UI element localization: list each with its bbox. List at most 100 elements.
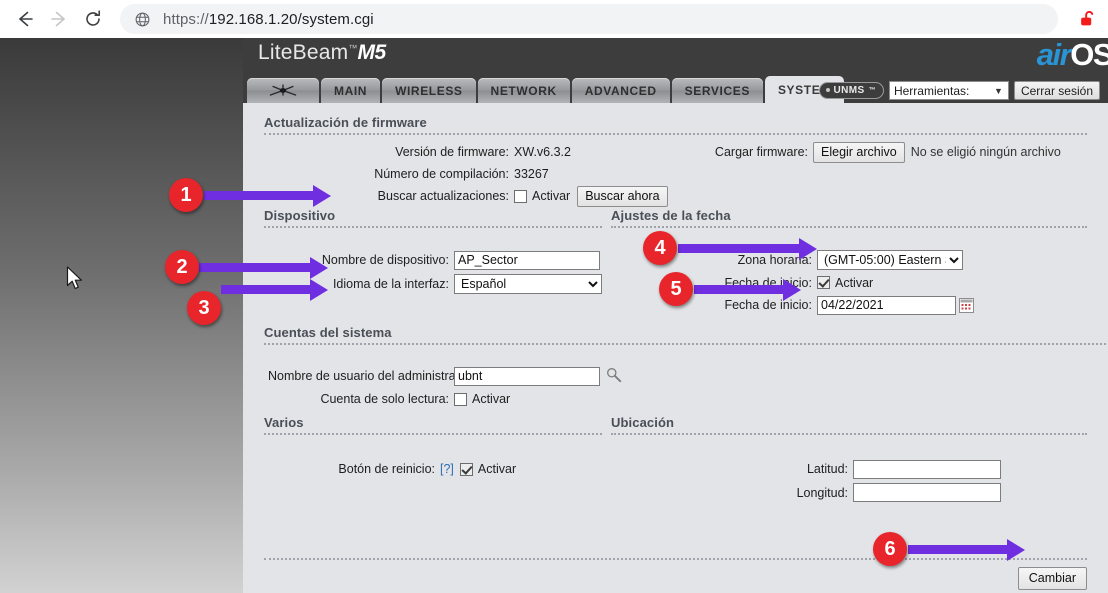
choose-file-button[interactable]: Elegir archivo [813, 142, 905, 163]
timezone-label: Zona horaria: [687, 253, 817, 267]
reset-button-label: Botón de reinicio: [328, 462, 440, 476]
product-name-text: LiteBeam [258, 41, 348, 64]
unms-status-dot-icon [826, 88, 830, 92]
unms-button[interactable]: UNMS™ [819, 82, 884, 99]
firmware-version-value: XW.v6.3.2 [514, 145, 571, 159]
ubiquiti-logo-icon [265, 83, 301, 98]
admin-username-input[interactable] [454, 367, 600, 386]
brand-os-text: OS [1070, 38, 1108, 72]
reset-help-link[interactable]: [?] [440, 462, 454, 476]
admin-username-row: Nombre de usuario del administrador: [268, 365, 622, 387]
tab-network-label: NETWORK [491, 84, 557, 98]
calendar-icon[interactable] [959, 298, 974, 313]
reset-button-activar-label: Activar [478, 462, 516, 476]
latitude-label: Latitud: [783, 462, 853, 476]
section-divider [611, 433, 1087, 435]
firmware-upload-row: Cargar firmware: Elegir archivo No se el… [703, 141, 1061, 163]
logout-button[interactable]: Cerrar sesión [1014, 81, 1100, 100]
annotation-number-4: 4 [654, 237, 665, 260]
forward-button[interactable] [42, 2, 76, 36]
change-button[interactable]: Cambiar [1018, 567, 1087, 590]
tab-wireless[interactable]: WIRELESS [382, 78, 475, 103]
startup-date-value-row: Fecha de inicio: [687, 294, 974, 316]
logout-label: Cerrar sesión [1021, 84, 1093, 98]
airos-brand-logo: airOS [1037, 38, 1108, 73]
page-viewport: LiteBeam™M5 airOS MAIN WIRELESS NETWORK … [0, 38, 1108, 593]
longitude-label: Longitud: [783, 486, 853, 500]
check-now-button[interactable]: Buscar ahora [577, 186, 667, 207]
annotation-badge-6: 6 [873, 532, 907, 566]
annotation-number-1: 1 [180, 184, 191, 207]
startup-date-activar-label: Activar [835, 276, 873, 290]
reset-button-checkbox[interactable] [460, 463, 473, 476]
airos-app: LiteBeam™M5 airOS MAIN WIRELESS NETWORK … [243, 38, 1108, 593]
arrow-left-icon [15, 9, 35, 29]
back-button[interactable] [8, 2, 42, 36]
annotation-arrow-2 [199, 263, 311, 272]
main-tab-bar: MAIN WIRELESS NETWORK ADVANCED SERVICES … [243, 74, 1108, 103]
device-section-title: Dispositivo [264, 208, 602, 223]
annotation-arrow-4 [678, 244, 800, 253]
device-name-input[interactable] [454, 251, 600, 270]
annotation-arrow-1 [204, 191, 314, 200]
tools-dropdown-value: Herramientas: [894, 84, 969, 98]
upload-firmware-label: Cargar firmware: [703, 145, 813, 159]
section-divider [264, 433, 602, 435]
latitude-input[interactable] [853, 460, 1001, 479]
address-bar[interactable]: https://192.168.1.20/system.cgi [120, 4, 1058, 34]
location-section-title: Ubicación [611, 415, 1087, 430]
longitude-input[interactable] [853, 483, 1001, 502]
reload-icon [83, 9, 103, 29]
check-updates-activar-label: Activar [532, 189, 570, 203]
tab-home-logo[interactable] [247, 78, 319, 103]
tab-wireless-label: WIRELESS [395, 84, 462, 98]
annotation-arrow-3 [221, 285, 311, 294]
tab-network[interactable]: NETWORK [478, 78, 570, 103]
startup-date-checkbox[interactable] [817, 276, 830, 289]
timezone-select[interactable]: (GMT-05:00) Eastern Sta [817, 250, 963, 270]
firmware-build-row: Número de compilación: 33267 [334, 163, 668, 185]
admin-username-label: Nombre de usuario del administrador: [268, 369, 454, 383]
annotation-badge-1: 1 [169, 178, 203, 212]
tab-main[interactable]: MAIN [321, 78, 380, 103]
section-divider [264, 343, 1108, 345]
chevron-down-icon: ▼ [994, 86, 1003, 96]
firmware-build-label: Número de compilación: [334, 167, 514, 181]
firmware-build-value: 33267 [514, 167, 549, 181]
red-unlock-icon [1077, 8, 1099, 30]
firmware-version-row: Versión de firmware: XW.v6.3.2 [334, 141, 668, 163]
globe-icon [134, 11, 151, 28]
firmware-version-label: Versión de firmware: [334, 145, 514, 159]
annotation-arrow-6 [908, 545, 1008, 554]
readonly-account-checkbox[interactable] [454, 393, 467, 406]
url-scheme: https:// [163, 11, 209, 28]
firmware-section-title: Actualización de firmware [264, 103, 1087, 130]
app-header: LiteBeam™M5 airOS [243, 38, 1108, 74]
startup-date-input[interactable] [817, 296, 956, 315]
interface-language-select[interactable]: Español [454, 274, 602, 294]
readonly-account-activar-label: Activar [472, 392, 510, 406]
annotation-badge-4: 4 [643, 231, 677, 265]
interface-language-label: Idioma de la interfaz: [318, 277, 454, 291]
tools-dropdown[interactable]: Herramientas: ▼ [889, 81, 1009, 100]
section-divider [264, 133, 1087, 135]
readonly-account-row: Cuenta de solo lectura: Activar [268, 387, 622, 411]
arrow-right-icon [49, 9, 69, 29]
key-icon[interactable] [606, 367, 622, 386]
check-updates-checkbox[interactable] [514, 190, 527, 203]
device-name-label: Nombre de dispositivo: [318, 253, 454, 267]
reload-button[interactable] [76, 2, 110, 36]
reset-button-row: Botón de reinicio: [?] Activar [328, 458, 516, 480]
check-updates-label: Buscar actualizaciones: [334, 189, 514, 203]
readonly-account-label: Cuenta de solo lectura: [268, 392, 454, 406]
tab-advanced[interactable]: ADVANCED [572, 78, 670, 103]
interface-language-row: Idioma de la interfaz: Español [318, 271, 602, 296]
no-file-chosen-text: No se eligió ningún archivo [911, 145, 1061, 159]
brand-air-text: air [1037, 38, 1070, 72]
accounts-section-title: Cuentas del sistema [264, 325, 1108, 340]
trademark-symbol: ™ [348, 43, 357, 53]
tab-services[interactable]: SERVICES [672, 78, 763, 103]
extension-unlock-icon[interactable] [1068, 0, 1108, 38]
annotation-number-2: 2 [176, 256, 187, 279]
section-divider [611, 226, 1087, 228]
